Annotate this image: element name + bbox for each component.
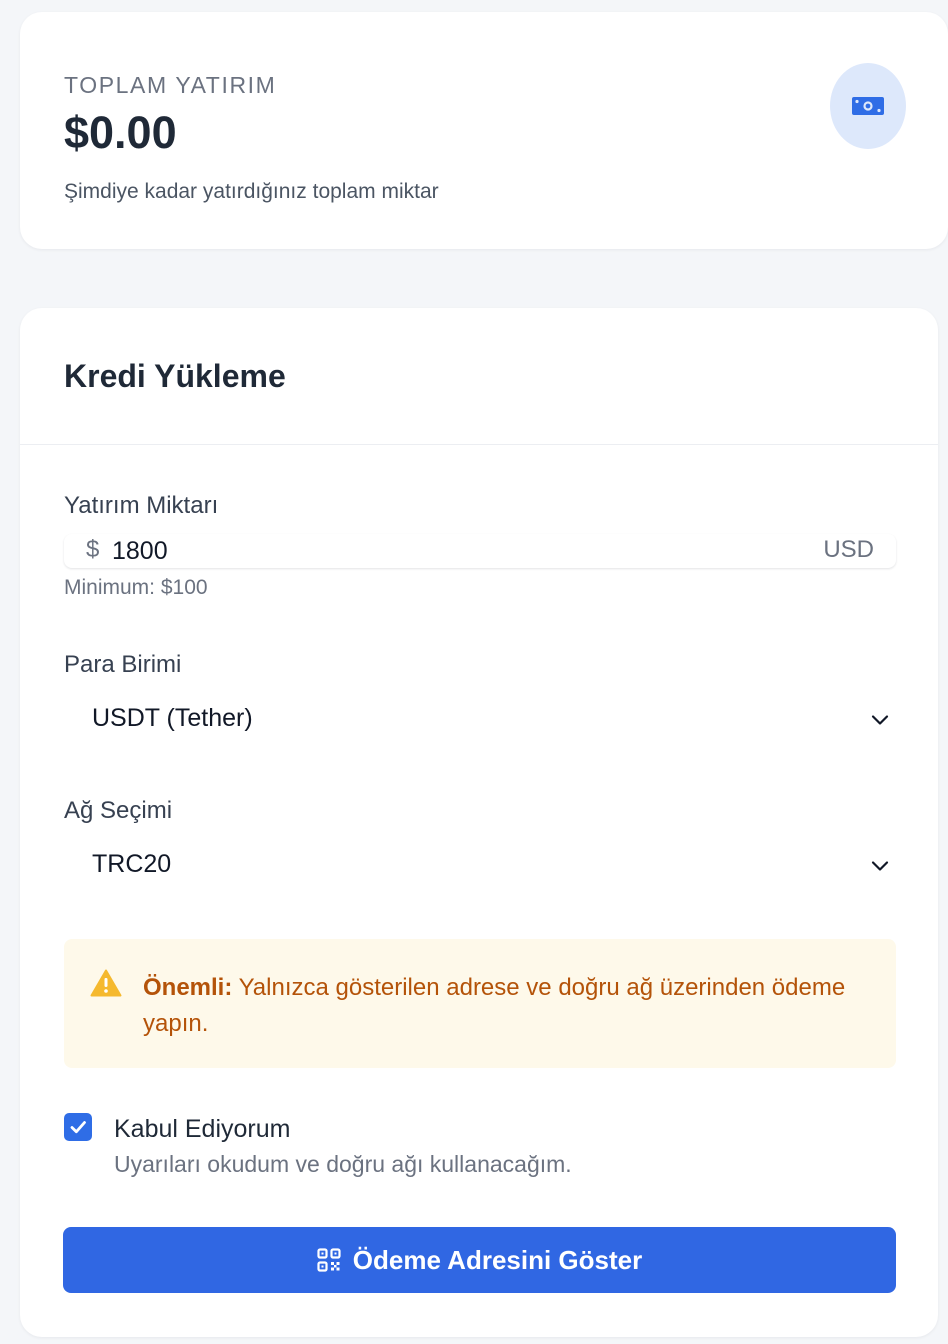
agreement-checkbox[interactable] [64, 1113, 92, 1141]
amount-field[interactable]: $ USD [64, 534, 896, 568]
amount-label: Yatırım Miktarı [64, 492, 219, 519]
checkmark-icon [70, 1121, 86, 1134]
money-badge [830, 63, 906, 149]
money-bill-icon [852, 97, 884, 115]
warning-text: Önemli: Yalnızca gösterilen adrese ve do… [143, 970, 863, 1042]
show-payment-address-label: Ödeme Adresini Göster [352, 1244, 643, 1275]
qr-code-icon [317, 1248, 341, 1272]
network-select-value: TRC20 [92, 850, 172, 878]
header-divider [20, 444, 938, 445]
warning-message: Yalnızca gösterilen adrese ve doğru ağ ü… [143, 974, 846, 1037]
chevron-down-icon [871, 861, 889, 871]
currency-code: USD [823, 536, 874, 563]
show-payment-address-button[interactable]: Ödeme Adresini Göster [63, 1227, 896, 1293]
currency-symbol: $ [86, 536, 100, 563]
warning-strong: Önemli: [143, 974, 233, 1001]
agreement-description: Uyarıları okudum ve doğru ağı kullanacağ… [114, 1151, 572, 1177]
currency-select-value: USDT (Tether) [92, 704, 253, 732]
agreement-label[interactable]: Kabul Ediyorum [114, 1115, 290, 1144]
network-label: Ağ Seçimi [64, 797, 173, 824]
chevron-down-icon [871, 715, 889, 725]
currency-select[interactable]: USDT (Tether) [64, 698, 896, 742]
total-investment-card: TOPLAM YATIRIM $0.00 Şimdiye kadar yatır… [20, 12, 948, 249]
warning-alert: Önemli: Yalnızca gösterilen adrese ve do… [64, 939, 896, 1068]
credit-load-title: Kredi Yükleme [64, 358, 286, 394]
currency-label: Para Birimi [64, 651, 182, 678]
credit-load-card: Kredi Yükleme Yatırım Miktarı $ USD Mini… [20, 308, 938, 1337]
amount-minimum-hint: Minimum: $100 [64, 576, 208, 599]
total-investment-amount: $0.00 [64, 107, 177, 158]
total-investment-description: Şimdiye kadar yatırdığınız toplam miktar [64, 180, 439, 203]
warning-triangle-icon [90, 969, 122, 997]
total-investment-title: TOPLAM YATIRIM [64, 72, 277, 98]
amount-input[interactable] [112, 534, 712, 568]
network-select[interactable]: TRC20 [64, 844, 896, 888]
